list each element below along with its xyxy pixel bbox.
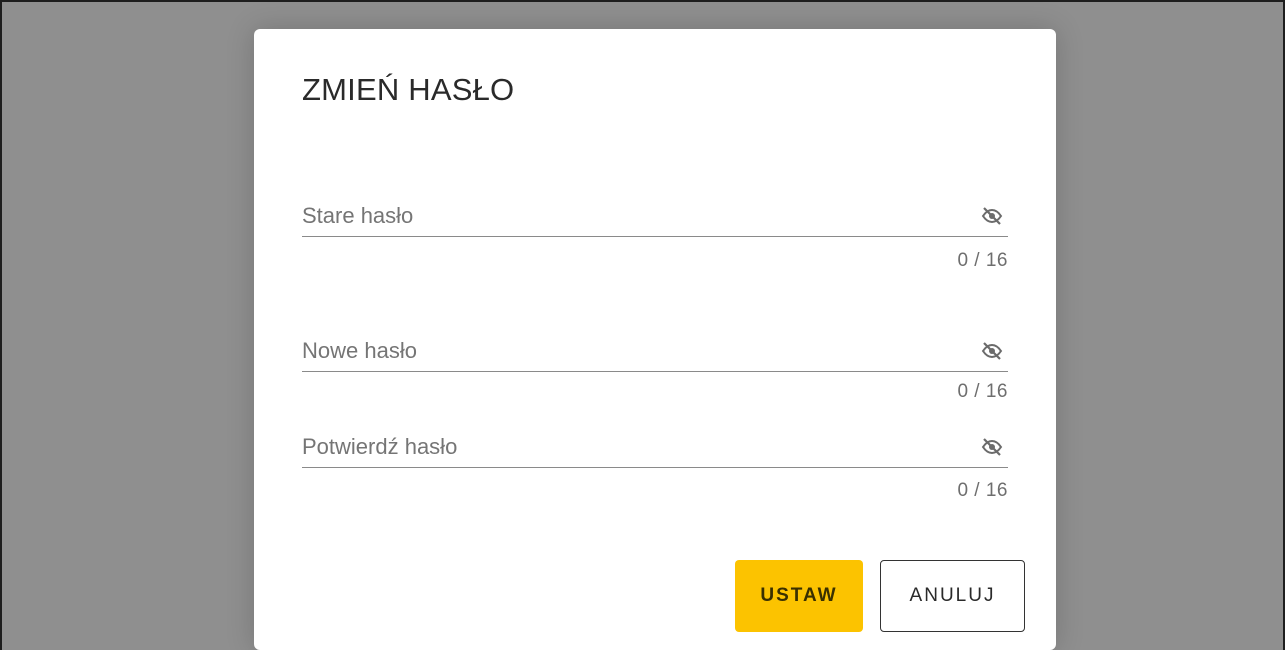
eye-off-icon[interactable] xyxy=(980,204,1004,228)
new-password-field xyxy=(302,331,1008,372)
set-button[interactable]: USTAW xyxy=(735,560,863,632)
old-password-counter: 0 / 16 xyxy=(957,250,1008,271)
new-password-input[interactable] xyxy=(302,331,952,371)
confirm-password-input[interactable] xyxy=(302,427,952,467)
change-password-dialog: ZMIEŃ HASŁO 0 / 16 0 / 16 0 / 16 USTAW A… xyxy=(254,29,1056,650)
confirm-password-field xyxy=(302,427,1008,468)
cancel-button[interactable]: ANULUJ xyxy=(880,560,1025,632)
eye-off-icon[interactable] xyxy=(980,339,1004,363)
confirm-password-counter: 0 / 16 xyxy=(957,480,1008,501)
eye-off-icon[interactable] xyxy=(980,435,1004,459)
dialog-title: ZMIEŃ HASŁO xyxy=(302,72,515,107)
new-password-counter: 0 / 16 xyxy=(957,381,1008,402)
old-password-field xyxy=(302,196,1008,237)
screen-overlay: ZMIEŃ HASŁO 0 / 16 0 / 16 0 / 16 USTAW A… xyxy=(0,0,1285,650)
old-password-input[interactable] xyxy=(302,196,952,236)
